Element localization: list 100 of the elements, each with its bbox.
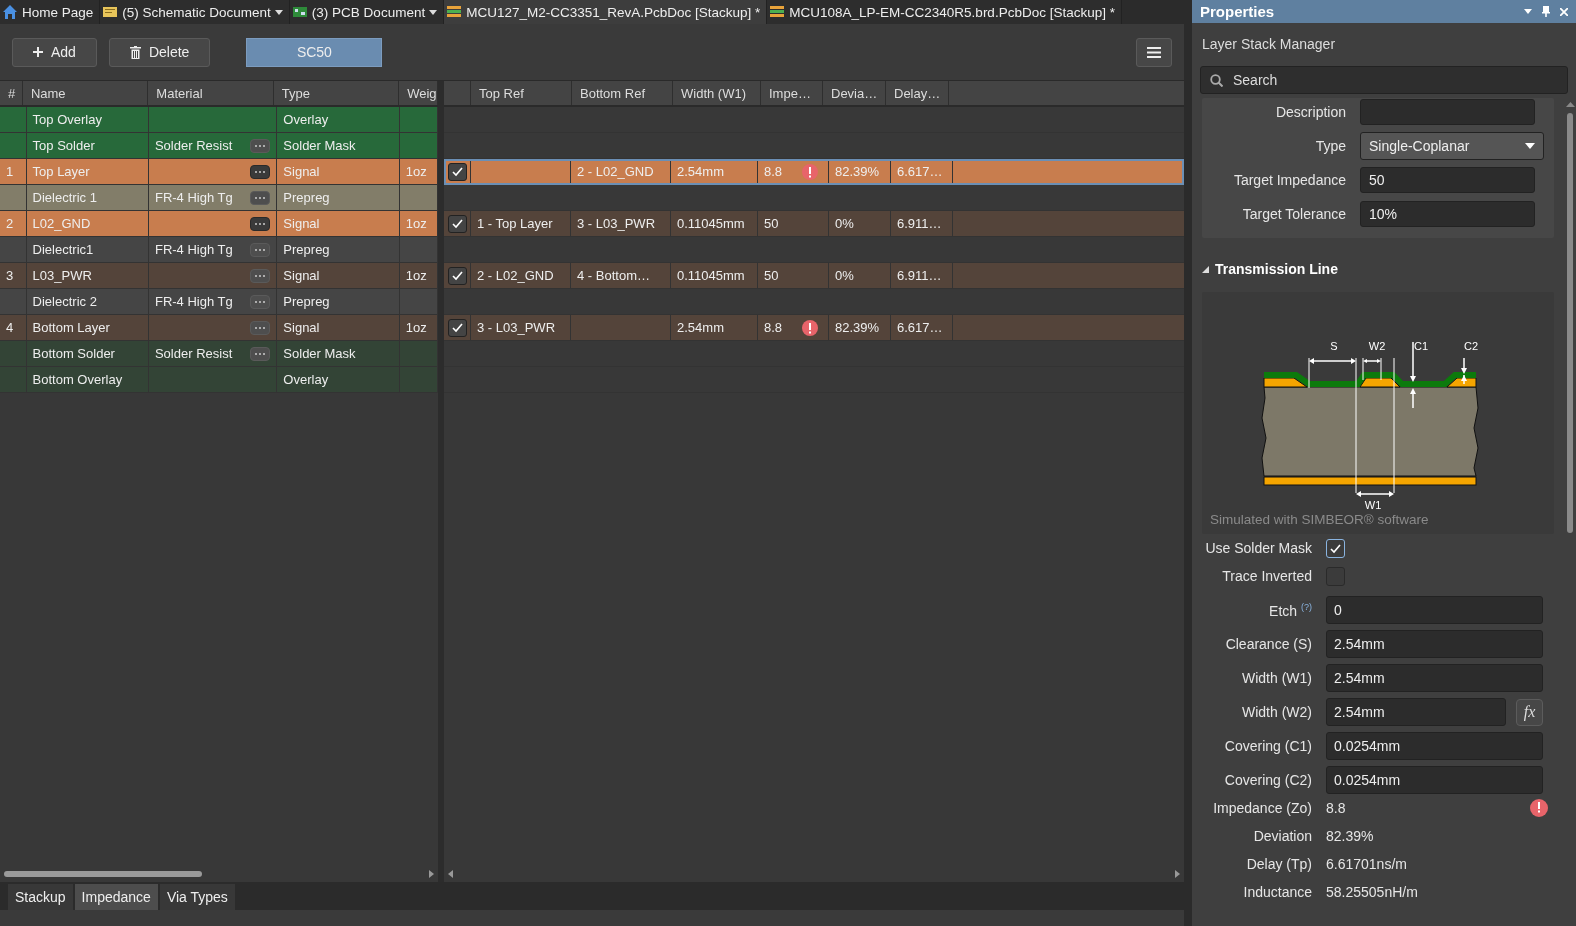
ellipsis-button[interactable] xyxy=(250,190,271,205)
section-header[interactable]: Transmission Line xyxy=(1202,260,1554,278)
input-field[interactable]: 0 xyxy=(1326,596,1543,624)
ellipsis-button[interactable] xyxy=(250,294,271,309)
board-icon xyxy=(291,4,308,20)
column-header[interactable]: Material xyxy=(148,81,274,105)
dropdown-icon[interactable] xyxy=(1524,9,1532,14)
column-header[interactable]: Delay… xyxy=(886,81,949,105)
document-icon xyxy=(102,4,119,20)
document-tab[interactable]: MCU127_M2-CC3351_RevA.PcbDoc [Stackup] * xyxy=(444,0,768,24)
table-cell: Solder Resist xyxy=(154,138,233,153)
input-field[interactable]: 2.54mm xyxy=(1326,630,1543,658)
column-header[interactable]: Bottom Ref xyxy=(572,81,673,105)
input-field[interactable]: 50 xyxy=(1360,167,1535,193)
table-cell: 1oz xyxy=(399,211,439,236)
table-row[interactable]: 2 - L02_GND 4 - Bottom… 0.11045mm 50 0% 6.911… xyxy=(444,263,1184,289)
column-header[interactable]: Name xyxy=(22,81,149,105)
column-header[interactable]: Type xyxy=(273,81,400,105)
ellipsis-icon xyxy=(254,273,267,278)
input-field[interactable]: 2.54mm xyxy=(1326,664,1543,692)
table-cell: Solder Mask xyxy=(277,341,400,366)
value-text: 82.39% xyxy=(1326,828,1375,844)
view-tab[interactable]: Via Types xyxy=(159,884,235,910)
ellipsis-button[interactable] xyxy=(250,216,271,231)
table-cell: FR-4 High Tg xyxy=(154,242,233,257)
ellipsis-button[interactable] xyxy=(250,320,271,335)
ellipsis-button[interactable] xyxy=(250,346,271,361)
table-cell: 2 xyxy=(0,211,27,236)
panel-subtitle: Layer Stack Manager xyxy=(1201,35,1337,52)
view-tab[interactable]: Impedance xyxy=(74,884,158,910)
table-cell: 4 - Bottom… xyxy=(571,263,671,288)
input-field[interactable]: 0.0254mm xyxy=(1326,732,1543,760)
table-cell: Signal xyxy=(277,211,400,236)
table-cell: 0% xyxy=(829,211,891,236)
menu-button[interactable] xyxy=(1136,37,1172,67)
checkbox[interactable] xyxy=(447,266,467,285)
ellipsis-button[interactable] xyxy=(250,138,271,153)
input-field[interactable]: 0.0254mm xyxy=(1326,766,1543,794)
table-cell: L02_GND xyxy=(26,211,149,236)
input-field[interactable]: 10% xyxy=(1360,201,1535,227)
ellipsis-button[interactable] xyxy=(250,268,271,283)
table-cell: 1oz xyxy=(399,159,439,184)
arrow-right-icon[interactable] xyxy=(1175,870,1180,878)
ellipsis-icon xyxy=(254,325,267,330)
column-header[interactable]: Width (W1) xyxy=(673,81,761,105)
column-header[interactable]: Devia… xyxy=(823,81,886,105)
table-cell: FR-4 High Tg xyxy=(154,294,233,309)
column-header[interactable]: # xyxy=(0,81,23,105)
checkbox[interactable] xyxy=(447,214,467,233)
delete-button[interactable]: Delete xyxy=(108,37,211,67)
search-field[interactable]: Search xyxy=(1200,66,1568,94)
arrow-left-icon[interactable] xyxy=(448,870,453,878)
arrow-up-icon[interactable] xyxy=(1565,102,1575,107)
dimension-label: W2 xyxy=(1368,340,1386,352)
add-button[interactable]: Add xyxy=(12,37,97,67)
table-cell: 82.39% xyxy=(829,315,891,340)
dimension-label: S xyxy=(1330,340,1338,352)
column-header[interactable]: Impe… xyxy=(761,81,823,105)
arrow-right-icon[interactable] xyxy=(429,870,434,878)
column-header[interactable]: Weig xyxy=(399,81,438,105)
search-icon xyxy=(1210,74,1223,87)
ellipsis-button[interactable] xyxy=(250,242,271,257)
layers-icon xyxy=(769,4,786,20)
table-row[interactable]: 3 - L03_PWR 2.54mm 8.8 82.39% 6.617… xyxy=(444,315,1184,341)
caret-icon xyxy=(1525,143,1535,149)
checkbox[interactable] xyxy=(1326,538,1345,558)
check-icon xyxy=(450,166,464,177)
column-header[interactable]: Top Ref xyxy=(471,81,572,105)
scrollbar[interactable] xyxy=(444,866,1184,882)
table-row[interactable]: 1 - Top Layer 3 - L03_PWR 0.11045mm 50 0% 6.911… xyxy=(444,211,1184,237)
scrollbar[interactable] xyxy=(0,866,438,882)
document-tab[interactable]: (5) Schematic Document xyxy=(100,0,290,24)
ellipsis-icon xyxy=(254,169,267,174)
input-field[interactable] xyxy=(1360,99,1535,125)
ellipsis-icon xyxy=(254,221,267,226)
menu-icon xyxy=(1147,46,1161,58)
type-dropdown[interactable]: Single-Coplanar xyxy=(1360,132,1544,160)
document-tab[interactable]: MCU108A_LP-EM-CC2340R5.brd.PcbDoc [Stackup] * xyxy=(767,0,1122,24)
field-label: Width (W1) xyxy=(1241,670,1312,686)
input-field[interactable]: 2.54mm xyxy=(1326,698,1506,726)
table-cell: Dielectric1 xyxy=(26,237,149,262)
document-tab[interactable]: Home Page xyxy=(0,0,101,24)
close-icon[interactable] xyxy=(1560,7,1568,16)
formula-button[interactable]: fx xyxy=(1516,698,1543,726)
check-icon xyxy=(450,218,464,229)
table-cell: 1 xyxy=(0,159,27,184)
plus-icon xyxy=(33,47,43,57)
checkbox[interactable] xyxy=(447,162,467,181)
view-tab[interactable]: Stackup xyxy=(8,884,73,910)
table-cell: Solder Mask xyxy=(277,133,400,158)
table-cell: Top Solder xyxy=(26,133,149,158)
table-cell: L03_PWR xyxy=(26,263,149,288)
table-cell: FR-4 High Tg xyxy=(154,190,233,205)
table-cell: Prepreg xyxy=(277,237,400,262)
pin-icon[interactable] xyxy=(1542,6,1550,17)
table-cell: Bottom Overlay xyxy=(26,367,149,392)
table-cell: 1 - Top Layer xyxy=(471,211,571,236)
checkbox[interactable] xyxy=(447,318,467,337)
table-cell: 8.8 xyxy=(764,320,783,335)
ellipsis-button[interactable] xyxy=(250,164,271,179)
